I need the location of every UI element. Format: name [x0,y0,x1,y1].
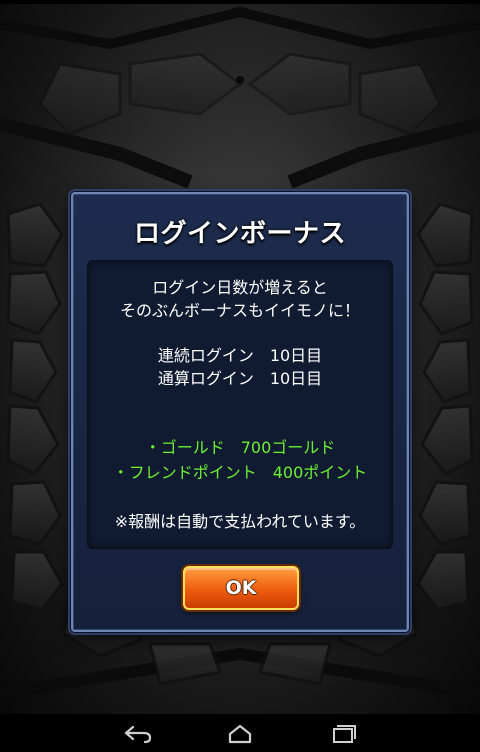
android-navigation-bar [0,714,480,752]
reward-friend-points: ・フレンドポイント 400ポイント [112,463,368,482]
auto-payment-note: ※報酬は自動で支払われています。 [114,512,366,531]
login-bonus-dialog: ログインボーナス ログイン日数が増えると そのぶんボーナスもイイモノに！ 連続ロ… [71,192,409,632]
reward-gold: ・ゴールド 700ゴールド [144,438,336,457]
ok-button[interactable]: OK [183,566,299,610]
dialog-title: ログインボーナス [133,219,346,249]
dialog-message-panel: ログイン日数が増えると そのぶんボーナスもイイモノに！ 連続ログイン 10日目 … [87,260,393,549]
home-icon[interactable] [220,720,260,746]
message-line-1: ログイン日数が増えると [152,278,328,297]
recents-icon[interactable] [322,720,362,746]
back-icon[interactable] [118,720,158,746]
message-line-2: そのぶんボーナスもイイモノに！ [119,301,360,320]
total-login-count: 通算ログイン 10日目 [157,369,323,388]
consecutive-login-count: 連続ログイン 10日目 [157,346,323,365]
